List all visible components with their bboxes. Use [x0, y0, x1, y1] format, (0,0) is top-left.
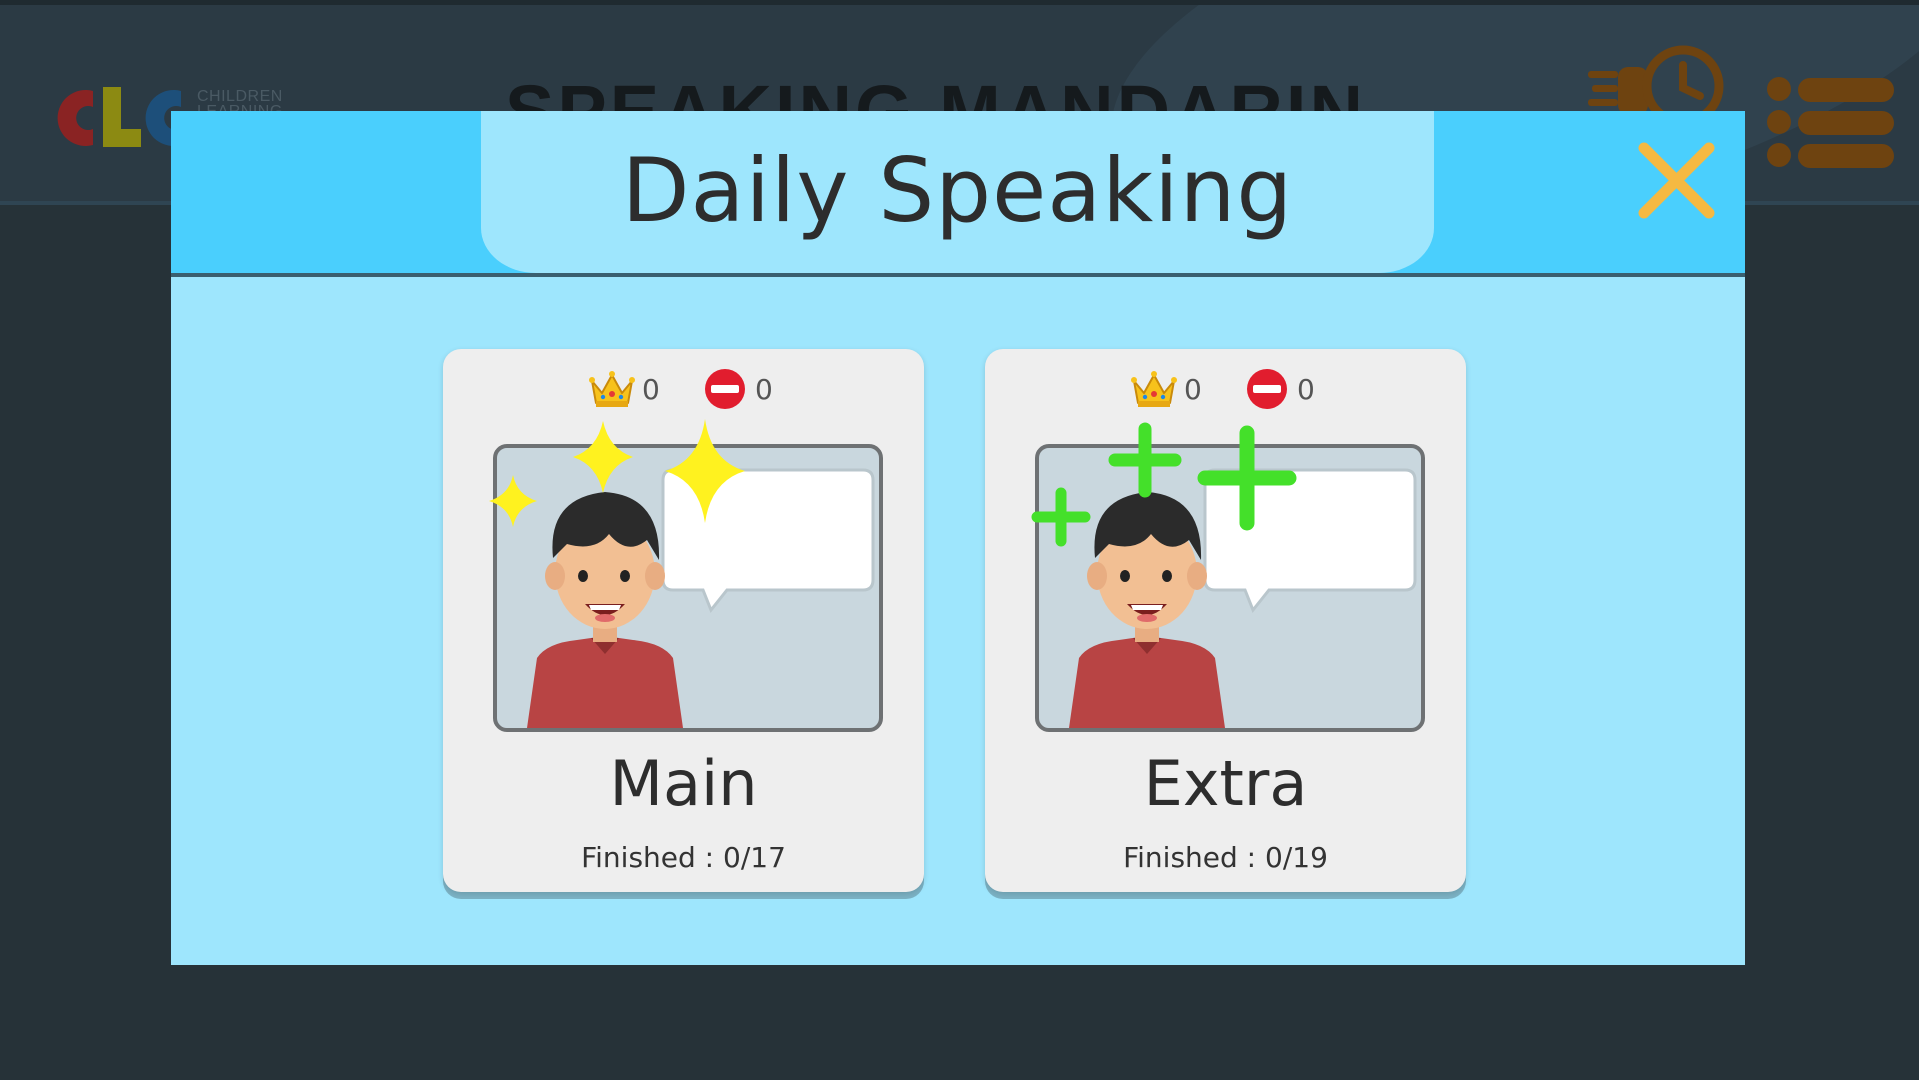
modal-header: Daily Speaking — [171, 111, 1745, 277]
no-entry-icon — [1247, 369, 1287, 409]
speaking-boy-illustration — [493, 444, 883, 732]
main-card[interactable]: 0 0 Main Finished: 0/17 — [443, 349, 924, 892]
card-title: Main — [609, 747, 758, 820]
progress-label: Finished : — [581, 841, 715, 874]
crown-count: 0 — [1184, 372, 1202, 406]
crown-stat: 0 — [588, 367, 660, 411]
failed-stat: 0 — [701, 367, 773, 411]
failed-stat: 0 — [1243, 367, 1315, 411]
speaking-boy-illustration — [1035, 444, 1425, 732]
progress-label: Finished : — [1123, 841, 1257, 874]
daily-speaking-modal: Daily Speaking 0 0 Main Finished: 0/17 … — [171, 111, 1745, 965]
modal-title: Daily Speaking — [621, 139, 1294, 242]
menu-icon[interactable] — [1766, 75, 1896, 170]
finished-progress: Finished : 0/17 — [443, 841, 924, 874]
close-icon[interactable] — [1634, 138, 1719, 223]
crown-count: 0 — [642, 372, 660, 406]
card-stats: 0 0 — [985, 367, 1466, 411]
no-entry-icon — [705, 369, 745, 409]
failed-count: 0 — [1297, 372, 1315, 406]
progress-value: 0/17 — [723, 841, 786, 874]
progress-value: 0/19 — [1265, 841, 1328, 874]
title-plate: Daily Speaking — [481, 111, 1434, 273]
crown-icon — [589, 371, 635, 407]
crown-icon — [1131, 371, 1177, 407]
finished-progress: Finished : 0/19 — [985, 841, 1466, 874]
failed-count: 0 — [755, 372, 773, 406]
card-title: Extra — [1143, 747, 1308, 820]
logo-text-line1: CHILDREN — [197, 88, 283, 105]
card-stats: 0 0 — [443, 367, 924, 411]
crown-stat: 0 — [1130, 367, 1202, 411]
extra-card[interactable]: 0 0 Extra Finished: 0/19 — [985, 349, 1466, 892]
